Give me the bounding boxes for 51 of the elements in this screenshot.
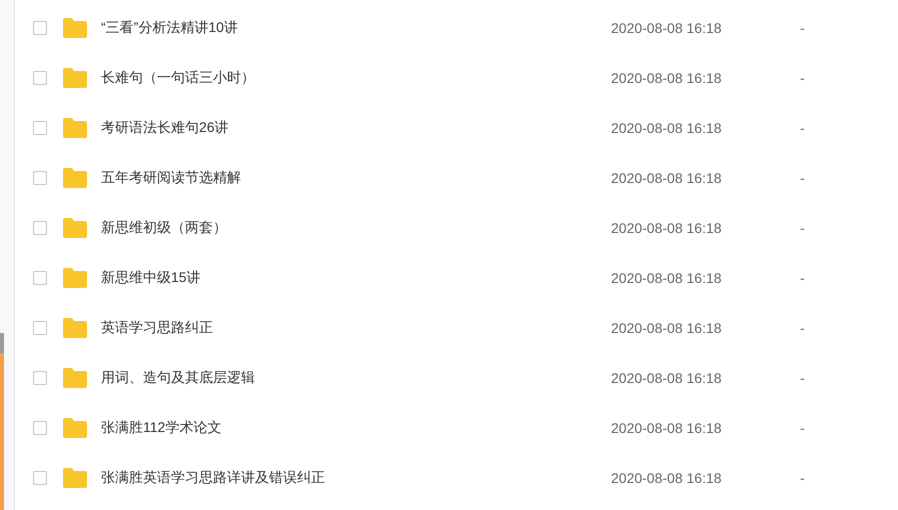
checkbox[interactable]: [33, 371, 47, 385]
folder-icon: [62, 317, 88, 339]
checkbox[interactable]: [33, 421, 47, 435]
folder-name[interactable]: 长难句（一句话三小时）: [101, 69, 611, 87]
modified-time: 2020-08-08 16:18: [611, 220, 723, 236]
folder-icon: [62, 417, 88, 439]
file-size: -: [800, 70, 805, 86]
folder-name[interactable]: 张满胜112学术论文: [101, 419, 611, 437]
folder-icon: [62, 267, 88, 289]
folder-name[interactable]: 新思维中级15讲: [101, 269, 611, 287]
folder-icon: [62, 17, 88, 39]
modified-time: 2020-08-08 16:18: [611, 470, 723, 486]
modified-time: 2020-08-08 16:18: [611, 270, 723, 286]
checkbox[interactable]: [33, 171, 47, 185]
checkbox[interactable]: [33, 71, 47, 85]
checkbox[interactable]: [33, 471, 47, 485]
file-size: -: [800, 170, 805, 186]
modified-time: 2020-08-08 16:18: [611, 70, 723, 86]
folder-icon: [62, 367, 88, 389]
file-size: -: [800, 220, 805, 236]
folder-icon: [62, 167, 88, 189]
folder-icon: [62, 217, 88, 239]
folder-icon: [62, 67, 88, 89]
folder-name[interactable]: 考研语法长难句26讲: [101, 119, 611, 137]
folder-name[interactable]: 英语学习思路纠正: [101, 319, 611, 337]
file-size: -: [800, 120, 805, 136]
checkbox[interactable]: [33, 21, 47, 35]
scrollbar-thumb[interactable]: [0, 333, 4, 353]
folder-name[interactable]: 用词、造句及其底层逻辑: [101, 369, 611, 387]
checkbox[interactable]: [33, 321, 47, 335]
file-size: -: [800, 370, 805, 386]
modified-time: 2020-08-08 16:18: [611, 120, 723, 136]
modified-time: 2020-08-08 16:18: [611, 170, 723, 186]
checkbox[interactable]: [33, 121, 47, 135]
file-size: -: [800, 270, 805, 286]
modified-time: 2020-08-08 16:18: [611, 370, 723, 386]
folder-name[interactable]: 五年考研阅读节选精解: [101, 169, 611, 187]
checkbox[interactable]: [33, 271, 47, 285]
file-size: -: [800, 420, 805, 436]
file-size: -: [800, 20, 805, 36]
folder-icon: [62, 467, 88, 489]
modified-time: 2020-08-08 16:18: [611, 420, 723, 436]
folder-icon: [62, 117, 88, 139]
modified-time: 2020-08-08 16:18: [611, 20, 723, 36]
folder-name[interactable]: 张满胜英语学习思路详讲及错误纠正: [101, 469, 611, 487]
folder-name[interactable]: 新思维初级（两套）: [101, 219, 611, 237]
file-size: -: [800, 470, 805, 486]
checkbox[interactable]: [33, 221, 47, 235]
folder-name[interactable]: “三看”分析法精讲10讲: [101, 19, 611, 37]
file-size: -: [800, 320, 805, 336]
modified-time: 2020-08-08 16:18: [611, 320, 723, 336]
